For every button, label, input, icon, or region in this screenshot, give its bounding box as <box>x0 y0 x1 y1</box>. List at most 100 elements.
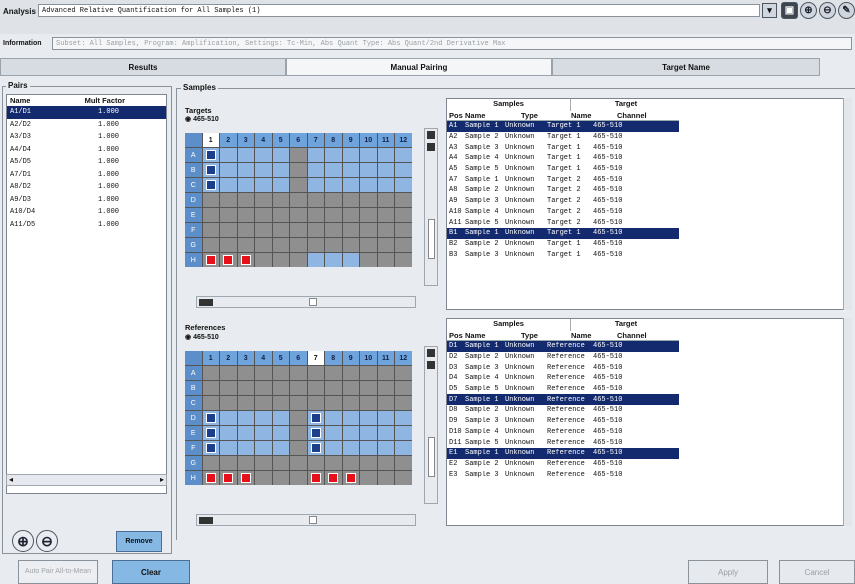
plate-well[interactable] <box>325 366 342 380</box>
plate-well[interactable] <box>237 381 254 395</box>
plate-well[interactable] <box>325 411 342 425</box>
plate-well[interactable] <box>272 366 289 380</box>
plate-well[interactable] <box>395 441 412 455</box>
plate-well[interactable] <box>325 253 342 267</box>
plate-well[interactable] <box>360 381 377 395</box>
plate-well[interactable] <box>360 396 377 410</box>
scroll-thumb[interactable] <box>428 437 435 477</box>
plate-well[interactable] <box>272 471 289 485</box>
tab-results[interactable]: Results <box>0 58 286 76</box>
plate-well[interactable] <box>255 148 272 162</box>
plate-well[interactable] <box>202 411 219 425</box>
plate-row-header[interactable]: D <box>185 411 202 425</box>
plate-well[interactable] <box>237 208 254 222</box>
plate-well[interactable] <box>202 456 219 470</box>
plate-column-header[interactable]: 6 <box>290 133 307 147</box>
plate-well[interactable] <box>307 163 324 177</box>
plate-well[interactable] <box>360 441 377 455</box>
apply-button[interactable]: Apply <box>688 560 768 584</box>
plate-well[interactable] <box>272 253 289 267</box>
plate-well[interactable] <box>342 366 359 380</box>
plate-column-header[interactable]: 8 <box>325 133 342 147</box>
plate-well[interactable] <box>290 381 307 395</box>
plate-well[interactable] <box>290 163 307 177</box>
plate-well[interactable] <box>395 253 412 267</box>
plate-row-header[interactable]: B <box>185 163 202 177</box>
references-plate-vscroll[interactable] <box>424 346 438 504</box>
plate-well[interactable] <box>255 366 272 380</box>
plate-column-header[interactable]: 11 <box>377 133 394 147</box>
plate-well[interactable] <box>272 163 289 177</box>
pair-row[interactable]: A8/D2 1.000 <box>7 181 166 194</box>
plate-well[interactable] <box>237 396 254 410</box>
plate-well[interactable] <box>237 238 254 252</box>
plate-well[interactable] <box>307 178 324 192</box>
plate-column-header[interactable]: 7 <box>307 133 324 147</box>
plate-well[interactable] <box>220 471 237 485</box>
plate-well[interactable] <box>220 148 237 162</box>
plate-well[interactable] <box>342 253 359 267</box>
plate-well[interactable] <box>325 163 342 177</box>
plate-column-header[interactable]: 9 <box>342 133 359 147</box>
scroll-left-icon[interactable] <box>199 517 213 524</box>
plate-row-header[interactable]: D <box>185 193 202 207</box>
plate-well[interactable] <box>255 471 272 485</box>
plate-well[interactable] <box>272 426 289 440</box>
plate-well[interactable] <box>325 178 342 192</box>
plate-well[interactable] <box>237 193 254 207</box>
scroll-up-icon[interactable] <box>427 361 435 369</box>
plate-well[interactable] <box>202 426 219 440</box>
plate-well[interactable] <box>290 411 307 425</box>
plate-well[interactable] <box>220 366 237 380</box>
plate-well[interactable] <box>395 381 412 395</box>
plate-well[interactable] <box>307 148 324 162</box>
plate-well[interactable] <box>255 396 272 410</box>
pair-row[interactable]: A5/D5 1.000 <box>7 156 166 169</box>
plate-well[interactable] <box>307 426 324 440</box>
plate-column-header[interactable]: 3 <box>237 351 254 365</box>
plate-well[interactable] <box>342 223 359 237</box>
plate-well[interactable] <box>237 253 254 267</box>
plate-well[interactable] <box>360 456 377 470</box>
plate-column-header[interactable]: 8 <box>325 351 342 365</box>
plate-row-header[interactable]: H <box>185 471 202 485</box>
plate-well[interactable] <box>360 193 377 207</box>
plate-well[interactable] <box>325 396 342 410</box>
plate-well[interactable] <box>272 223 289 237</box>
plate-well[interactable] <box>237 471 254 485</box>
plate-well[interactable] <box>202 163 219 177</box>
plate-column-header[interactable]: 5 <box>272 133 289 147</box>
plate-row-header[interactable]: C <box>185 396 202 410</box>
plate-well[interactable] <box>342 238 359 252</box>
plate-well[interactable] <box>220 441 237 455</box>
plate-well[interactable] <box>272 178 289 192</box>
plate-well[interactable] <box>272 193 289 207</box>
cancel-button[interactable]: Cancel <box>779 560 855 584</box>
plate-well[interactable] <box>290 456 307 470</box>
plate-well[interactable] <box>395 223 412 237</box>
plate-well[interactable] <box>342 178 359 192</box>
plate-well[interactable] <box>395 456 412 470</box>
references-plate-hscroll[interactable] <box>196 514 416 526</box>
plate-well[interactable] <box>307 193 324 207</box>
remove-button[interactable]: Remove <box>116 531 162 552</box>
plate-well[interactable] <box>220 208 237 222</box>
plate-column-header[interactable]: 5 <box>272 351 289 365</box>
plate-well[interactable] <box>272 411 289 425</box>
plate-well[interactable] <box>290 193 307 207</box>
plate-column-header[interactable]: 1 <box>202 133 219 147</box>
plate-well[interactable] <box>237 148 254 162</box>
plate-well[interactable] <box>220 411 237 425</box>
clear-button[interactable]: Clear <box>112 560 190 584</box>
plate-well[interactable] <box>325 193 342 207</box>
plate-well[interactable] <box>202 381 219 395</box>
plate-well[interactable] <box>290 208 307 222</box>
plate-well[interactable] <box>325 238 342 252</box>
pair-row[interactable]: A9/D3 1.000 <box>7 194 166 207</box>
plate-row-header[interactable]: H <box>185 253 202 267</box>
plate-well[interactable] <box>342 471 359 485</box>
pair-row[interactable]: A1/D1 1.000 <box>7 106 166 119</box>
plate-well[interactable] <box>255 253 272 267</box>
pair-row[interactable]: A3/D3 1.000 <box>7 131 166 144</box>
plate-row-header[interactable]: E <box>185 208 202 222</box>
